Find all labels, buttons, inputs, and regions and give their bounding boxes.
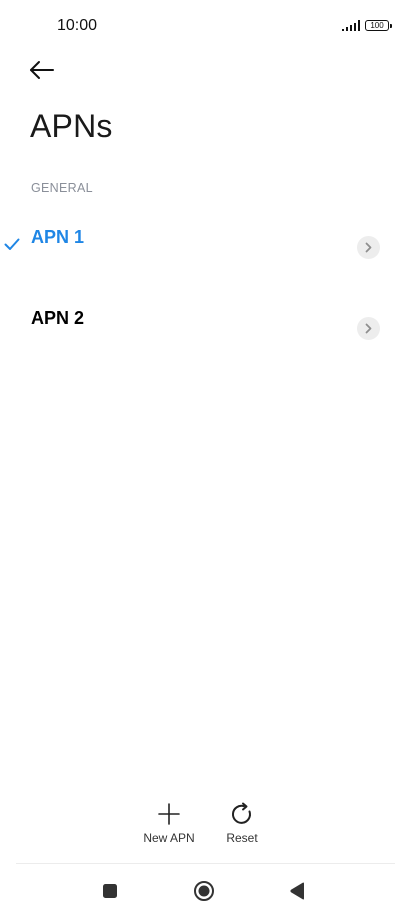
apn-label: APN 1 (31, 227, 85, 247)
nav-back-button[interactable] (284, 878, 310, 904)
section-header: GENERAL (31, 181, 93, 195)
page-title: APNs (30, 108, 113, 144)
check-icon (4, 238, 20, 250)
reset-label: Reset (226, 831, 258, 845)
apn-item-1[interactable]: APN 1 (0, 214, 411, 276)
divider (16, 863, 395, 864)
battery-level: 100 (370, 21, 384, 30)
new-apn-button[interactable]: New APN (134, 800, 204, 845)
home-button[interactable] (191, 878, 217, 904)
chevron-right-icon[interactable] (357, 236, 380, 259)
status-time: 10:00 (57, 17, 98, 34)
reset-icon (232, 802, 251, 824)
apn-label: APN 2 (31, 308, 85, 328)
bottom-actions: New APN Reset (0, 800, 411, 850)
back-button[interactable] (24, 56, 60, 84)
arrow-left-icon (30, 61, 54, 79)
battery-icon: 100 (365, 20, 392, 31)
status-icons: 100 (341, 20, 392, 31)
apn-item-2[interactable]: APN 2 (0, 295, 411, 357)
recents-button[interactable] (97, 878, 123, 904)
plus-icon (158, 803, 180, 825)
new-apn-label: New APN (143, 831, 195, 845)
chevron-right-icon[interactable] (357, 317, 380, 340)
nav-bar (0, 866, 411, 914)
square-icon (103, 884, 117, 898)
reset-button[interactable]: Reset (207, 800, 277, 845)
status-bar: 10:00 100 (0, 0, 411, 54)
triangle-back-icon (290, 882, 304, 900)
circle-icon (194, 881, 214, 901)
signal-icon (341, 20, 360, 31)
